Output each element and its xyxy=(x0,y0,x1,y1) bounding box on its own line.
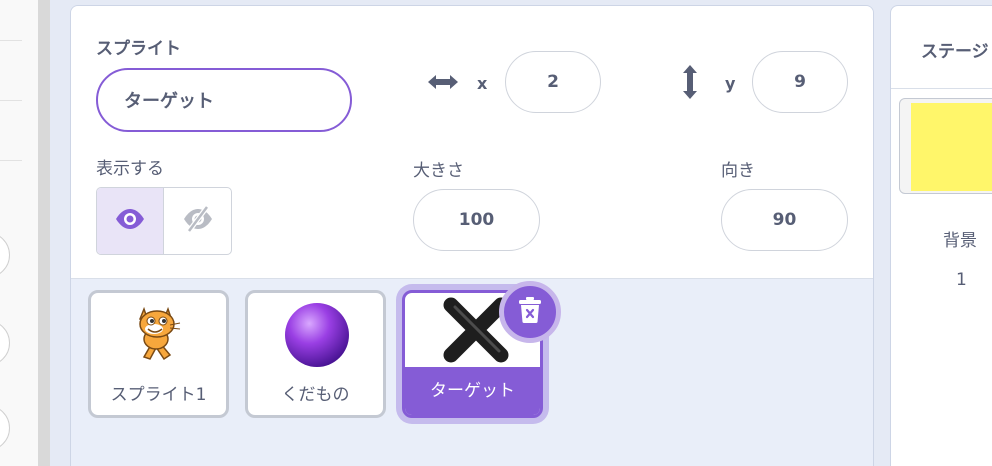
sprite-tile-name: スプライト1 xyxy=(110,385,207,405)
direction-label: 向き xyxy=(721,161,755,181)
eye-slash-icon xyxy=(182,205,214,237)
backdrop-preview xyxy=(911,103,992,191)
backdrop-count: 1 xyxy=(956,270,967,290)
palette-divider xyxy=(0,40,22,41)
x-value: 2 xyxy=(547,72,559,92)
vertical-arrows-icon xyxy=(680,63,700,105)
horizontal-arrows-icon xyxy=(425,70,461,98)
show-sprite-button[interactable] xyxy=(97,188,164,254)
visibility-toggle xyxy=(96,187,232,255)
stage-pane: ステージ 背景 1 xyxy=(890,5,992,466)
backdrop-label: 背景 xyxy=(943,231,977,251)
sprite-heading: スプライト xyxy=(96,39,181,59)
x-label: x xyxy=(477,74,488,93)
y-value: 9 xyxy=(794,72,806,92)
size-label: 大きさ xyxy=(413,161,464,181)
sprite-tile[interactable]: くだもの xyxy=(245,290,386,418)
palette-scrollbar[interactable] xyxy=(38,0,50,466)
cat-costume-icon xyxy=(126,299,190,367)
sprite-info-panel: スプライト ターゲット x 2 y 9 表示する 大きさ 100 向き 90 xyxy=(71,6,873,279)
delete-sprite-button[interactable] xyxy=(499,281,561,343)
size-value: 100 xyxy=(458,210,495,230)
trash-icon xyxy=(518,296,542,328)
sprite-tile[interactable]: スプライト1 xyxy=(88,290,229,418)
palette-divider xyxy=(0,100,22,101)
x-input[interactable]: 2 xyxy=(505,51,601,113)
palette-block-edge[interactable] xyxy=(0,320,10,366)
sprite-tile-name: ターゲット xyxy=(405,367,540,415)
palette-block-edge[interactable] xyxy=(0,405,10,451)
sprite-name-value: ターゲット xyxy=(124,91,214,112)
palette-block-edge[interactable] xyxy=(0,232,10,278)
purple-ball-icon xyxy=(283,301,351,373)
size-input[interactable]: 100 xyxy=(413,189,540,251)
block-palette-edge xyxy=(0,0,38,466)
eye-icon xyxy=(114,208,146,234)
y-label: y xyxy=(725,74,736,93)
sprite-name-input[interactable]: ターゲット xyxy=(96,68,352,132)
direction-value: 90 xyxy=(772,210,797,230)
show-label: 表示する xyxy=(96,159,164,179)
stage-divider xyxy=(891,88,992,89)
palette-divider xyxy=(0,160,22,161)
stage-thumbnail[interactable] xyxy=(899,98,992,194)
direction-input[interactable]: 90 xyxy=(721,189,848,251)
hide-sprite-button[interactable] xyxy=(164,188,231,254)
y-input[interactable]: 9 xyxy=(752,51,848,113)
stage-title: ステージ xyxy=(921,42,989,62)
sprite-tile-name: くだもの xyxy=(281,385,350,405)
